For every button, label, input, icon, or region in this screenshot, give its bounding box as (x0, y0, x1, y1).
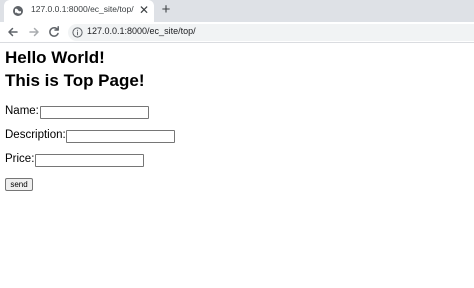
description-label: Description: (5, 129, 66, 141)
forward-arrow-icon[interactable] (25, 23, 43, 41)
page-heading-hello: Hello World! (5, 48, 105, 67)
send-button[interactable]: send (5, 178, 33, 191)
name-field[interactable] (40, 106, 149, 119)
tab-title: 127.0.0.1:8000/ec_site/top/ (31, 4, 134, 14)
tab-strip: 127.0.0.1:8000/ec_site/top/ ✕ + (0, 0, 474, 22)
close-icon[interactable]: ✕ (137, 3, 151, 17)
browser-toolbar: 127.0.0.1:8000/ec_site/top/ (0, 22, 474, 43)
globe-icon (13, 6, 23, 16)
info-icon[interactable] (72, 27, 83, 38)
description-field[interactable] (66, 130, 175, 143)
url-text[interactable]: 127.0.0.1:8000/ec_site/top/ (87, 26, 196, 36)
page-heading-top: This is Top Page! (5, 71, 145, 90)
price-field[interactable] (35, 154, 144, 167)
name-label: Name: (5, 105, 39, 117)
page-content: Hello World! This is Top Page! Name: Des… (0, 43, 474, 288)
browser-tab[interactable]: 127.0.0.1:8000/ec_site/top/ ✕ (4, 0, 154, 22)
plus-icon[interactable]: + (158, 2, 174, 18)
back-arrow-icon[interactable] (4, 23, 22, 41)
address-bar[interactable]: 127.0.0.1:8000/ec_site/top/ (68, 24, 474, 41)
price-label: Price: (5, 153, 35, 165)
reload-icon[interactable] (45, 23, 63, 41)
